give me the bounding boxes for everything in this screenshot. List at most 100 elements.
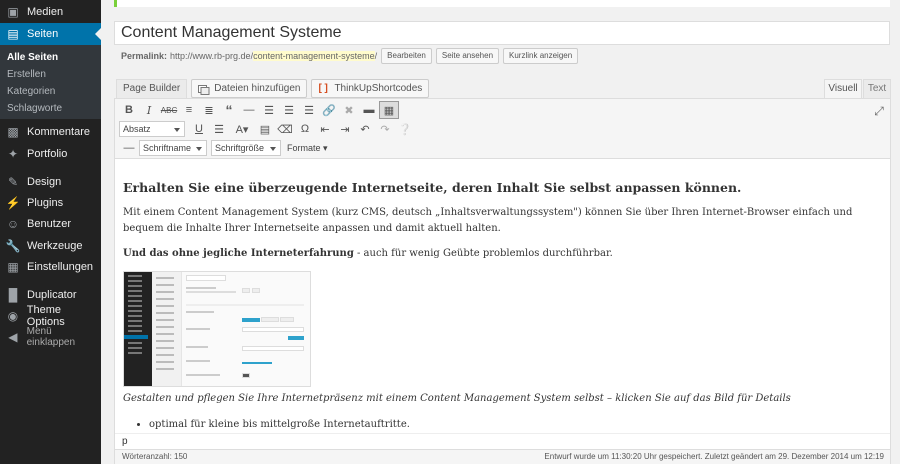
- toolbar-row-3: — Schriftname Schriftgröße Formate ▾: [119, 139, 328, 157]
- read-more-icon[interactable]: ▬: [359, 101, 379, 119]
- element-path: p: [115, 433, 890, 449]
- numbered-list-icon[interactable]: ≣: [199, 101, 219, 119]
- menu-label: Medien: [27, 6, 64, 18]
- hr-icon[interactable]: —: [119, 139, 139, 157]
- menu-duplicator[interactable]: █ Duplicator: [0, 284, 101, 306]
- menu-theme-options[interactable]: ◉ Theme Options: [0, 304, 101, 328]
- align-left-icon[interactable]: ☰: [259, 101, 279, 119]
- unlink-icon[interactable]: ✖: [339, 101, 359, 119]
- permalink-row: Permalink: http://www.rb-prg.de/ content…: [121, 48, 579, 64]
- align-center-icon[interactable]: ☰: [279, 101, 299, 119]
- shortlink-button[interactable]: Kurzlink anzeigen: [503, 48, 579, 64]
- submenu-categories[interactable]: Kategorien: [0, 83, 101, 100]
- formats-dropdown[interactable]: Formate ▾: [287, 143, 328, 154]
- tab-visual[interactable]: Visuell: [824, 79, 862, 99]
- title-input[interactable]: Content Management Systeme: [114, 21, 890, 45]
- tab-page-builder[interactable]: Page Builder: [116, 79, 188, 98]
- tab-text[interactable]: Text: [863, 79, 891, 99]
- edit-permalink-button[interactable]: Bearbeiten: [381, 48, 432, 64]
- notice-bar: [114, 0, 890, 7]
- menu-comments[interactable]: ▩ Kommentare: [0, 121, 101, 143]
- menu-label: Duplicator: [27, 289, 77, 301]
- menu-users[interactable]: ☺ Benutzer: [0, 213, 101, 235]
- menu-portfolio[interactable]: ✦ Portfolio: [0, 143, 101, 165]
- menu-collapse[interactable]: ◀ Menü einklappen: [0, 326, 101, 348]
- outdent-icon[interactable]: ⇤: [315, 120, 335, 138]
- menu-label: Design: [27, 176, 62, 188]
- menu-label: Kommentare: [27, 126, 90, 138]
- text-color-icon[interactable]: A▾: [229, 120, 255, 138]
- chevron-down-icon: ▾: [323, 142, 328, 153]
- image-caption: Gestalten und pflegen Sie Ihre Internetp…: [123, 393, 791, 404]
- toolbar-row-1: B I ABC ≡ ≣ “ — ☰ ☰ ☰ 🔗 ✖ ▬ ▦: [119, 101, 399, 119]
- justify-icon[interactable]: ☰: [209, 120, 229, 138]
- bullet-list-icon[interactable]: ≡: [179, 101, 199, 119]
- menu-media[interactable]: ▣ Medien: [0, 1, 101, 23]
- word-count: Wörteranzahl: 150: [122, 452, 188, 461]
- menu-plugins[interactable]: ⚡ Plugins: [0, 192, 101, 214]
- lead-rest: - auch für wenig Geübte problemlos durch…: [353, 248, 613, 259]
- pages-icon: ▤: [7, 27, 19, 41]
- horizontal-line-icon[interactable]: —: [239, 101, 259, 119]
- menu-label: Menü einklappen: [26, 326, 75, 348]
- redo-icon[interactable]: ↷: [375, 120, 395, 138]
- settings-icon: ▦: [7, 260, 19, 274]
- list-item: optimal für kleine bis mittelgroße Inter…: [149, 417, 882, 433]
- collapse-icon: ◀: [8, 330, 18, 344]
- undo-icon[interactable]: ↶: [355, 120, 375, 138]
- cms-screenshot-image[interactable]: [123, 271, 311, 387]
- blockquote-icon[interactable]: “: [219, 101, 239, 119]
- special-char-icon[interactable]: Ω: [295, 120, 315, 138]
- toolbar-row-2: Absatz U ☰ A▾ ▤ ⌫ Ω ⇤ ⇥ ↶ ↷ ❔: [119, 120, 415, 138]
- align-right-icon[interactable]: ☰: [299, 101, 319, 119]
- portfolio-icon: ✦: [7, 147, 19, 161]
- users-icon: ☺: [6, 217, 20, 231]
- comments-icon: ▩: [7, 125, 19, 139]
- permalink-end: /: [374, 51, 378, 61]
- paste-text-icon[interactable]: ▤: [255, 120, 275, 138]
- content-lead: Und das ohne jegliche Interneterfahrung …: [123, 246, 882, 262]
- shortcode-brackets-icon: [ ]: [318, 82, 328, 94]
- menu-label: Benutzer: [27, 218, 72, 230]
- help-icon[interactable]: ❔: [395, 120, 415, 138]
- font-family-select[interactable]: Schriftname: [139, 140, 207, 156]
- feature-list: optimal für kleine bis mittelgroße Inter…: [149, 417, 882, 433]
- shortcodes-button[interactable]: [ ] ThinkUpShortcodes: [311, 79, 430, 98]
- indent-icon[interactable]: ⇥: [335, 120, 355, 138]
- media-icon: ▣: [7, 5, 19, 19]
- editor-content[interactable]: Erhalten Sie eine überzeugende Internets…: [115, 159, 890, 433]
- add-media-label: Dateien hinzufügen: [214, 83, 301, 94]
- menu-label: Plugins: [27, 197, 64, 209]
- autosave-status: Entwurf wurde um 11:30:20 Uhr gespeicher…: [544, 452, 884, 461]
- insert-link-icon[interactable]: 🔗: [319, 101, 339, 119]
- format-select[interactable]: Absatz: [119, 121, 185, 137]
- view-page-button[interactable]: Seite ansehen: [435, 48, 500, 64]
- fullscreen-icon[interactable]: ⤢: [872, 104, 886, 118]
- menu-appearance[interactable]: ✎ Design: [0, 171, 101, 193]
- font-size-select[interactable]: Schriftgröße: [211, 140, 281, 156]
- toolbar-toggle-icon[interactable]: ▦: [379, 101, 399, 119]
- clear-formatting-icon[interactable]: ⌫: [275, 120, 295, 138]
- admin-sidebar: ▣ Medien ▤ Seiten Alle Seiten Erstellen …: [0, 0, 101, 464]
- submenu-add-new[interactable]: Erstellen: [0, 66, 101, 83]
- screenshot-sidebar: [124, 272, 152, 386]
- add-media-button[interactable]: Dateien hinzufügen: [191, 79, 308, 98]
- pages-submenu: Alle Seiten Erstellen Kategorien Schlagw…: [0, 45, 101, 119]
- submenu-all-pages[interactable]: Alle Seiten: [0, 49, 101, 66]
- italic-icon[interactable]: I: [139, 101, 159, 119]
- strikethrough-icon[interactable]: ABC: [159, 101, 179, 119]
- add-media-icon: [198, 84, 210, 95]
- permalink-base: http://www.rb-prg.de/: [170, 51, 254, 61]
- bold-icon[interactable]: B: [119, 101, 139, 119]
- editor-box: B I ABC ≡ ≣ “ — ☰ ☰ ☰ 🔗 ✖ ▬ ▦ ⤢ Absatz U…: [114, 98, 891, 464]
- menu-label: Portfolio: [27, 148, 68, 160]
- screenshot-submenu: [152, 272, 182, 386]
- menu-pages[interactable]: ▤ Seiten: [0, 23, 101, 45]
- underline-icon[interactable]: U: [189, 120, 209, 138]
- menu-settings[interactable]: ▦ Einstellungen: [0, 256, 101, 278]
- menu-label: Seiten: [27, 28, 59, 40]
- menu-tools[interactable]: 🔧 Werkzeuge: [0, 235, 101, 257]
- submenu-tags[interactable]: Schlagworte: [0, 100, 101, 117]
- permalink-slug[interactable]: content-management-systeme: [253, 51, 375, 61]
- duplicator-icon: █: [8, 288, 18, 302]
